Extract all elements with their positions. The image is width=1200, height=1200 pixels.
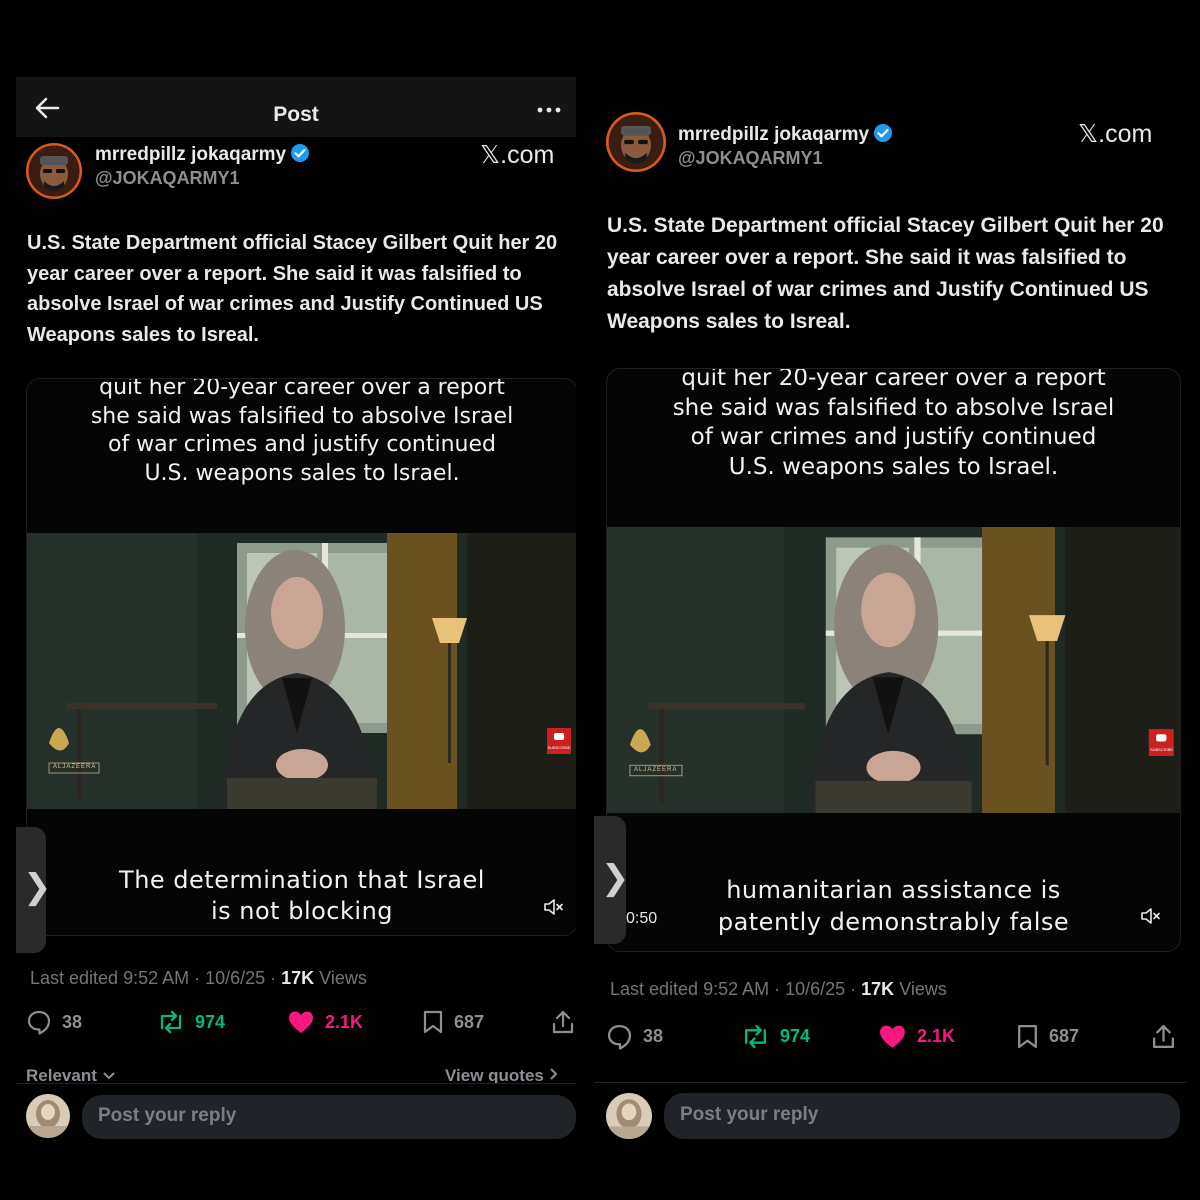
author-avatar[interactable]: [26, 143, 82, 199]
repost-button[interactable]: 974: [157, 1009, 225, 1035]
video-still: [27, 533, 576, 809]
more-icon[interactable]: [536, 105, 562, 115]
reply-icon: [27, 1010, 51, 1035]
repost-count: 974: [195, 1011, 226, 1032]
post-meta: Last edited 9:52 AM · 10/6/25 · 17K View…: [30, 968, 367, 989]
top-bar: Post: [16, 77, 576, 137]
repost-button[interactable]: 974: [741, 1023, 810, 1050]
video-frame: ALJAZEERA SUBSCRIBE: [27, 533, 576, 809]
like-count: 2.1K: [917, 1026, 956, 1046]
like-button[interactable]: 2.1K: [878, 1023, 955, 1050]
video-frame: ALJAZEERA SUBSCRIBE: [607, 527, 1180, 813]
chevron-right-icon: [549, 1068, 558, 1080]
reply-composer: Post your reply: [16, 1083, 576, 1139]
subscribe-badge[interactable]: SUBSCRIBE: [1149, 747, 1174, 752]
share-icon[interactable]: [551, 1009, 575, 1035]
bookmark-button[interactable]: 687: [422, 1009, 484, 1035]
side-panel-tab[interactable]: ❯: [16, 827, 52, 953]
verified-icon: [874, 124, 893, 142]
video-player[interactable]: quit her 20-year career over a report sh…: [606, 368, 1181, 952]
reply-count: 38: [643, 1026, 664, 1046]
caption-line: U.S. weapons sales to Israel.: [144, 460, 460, 486]
source-watermark: 𝕏.com: [480, 141, 555, 169]
side-panel-tab[interactable]: ❯: [594, 816, 630, 944]
reply-input[interactable]: Post your reply: [664, 1093, 1180, 1139]
caption-line: of war crimes and justify continued: [107, 432, 497, 457]
source-watermark: 𝕏.com: [1078, 120, 1153, 148]
video-player[interactable]: quit her 20-year career over a report sh…: [26, 378, 576, 936]
bookmark-icon: [1018, 1024, 1037, 1049]
caption-line: U.S. weapons sales to Israel.: [728, 453, 1059, 480]
caption-line: of war crimes and justify continued: [690, 424, 1097, 450]
caption-line: she said was falsified to absolve Israel: [672, 394, 1115, 421]
caption-line: is not blocking: [210, 897, 394, 925]
post-text: U.S. State Department official Stacey Gi…: [607, 214, 1164, 333]
subscribe-badge[interactable]: SUBSCRIBE: [547, 745, 571, 750]
caption-line: she said was falsified to absolve Israel: [90, 403, 514, 429]
mute-icon[interactable]: [543, 897, 565, 917]
verified-icon: [291, 144, 310, 162]
video-brand-logo: ALJAZEERA: [53, 764, 97, 770]
video-brand-logo: ALJAZEERA: [634, 767, 678, 773]
bookmark-count: 687: [1049, 1026, 1080, 1046]
heart-icon: [289, 1011, 313, 1033]
edited-timestamp[interactable]: Last edited 9:52 AM · 10/6/25 ·: [610, 979, 861, 999]
video-caption-bottom: humanitarian assistance is patently demo…: [607, 874, 1180, 938]
views-label: Views: [314, 968, 367, 988]
edited-timestamp[interactable]: Last edited 9:52 AM · 10/6/25 ·: [30, 968, 281, 988]
reply-input[interactable]: Post your reply: [82, 1095, 576, 1139]
like-button[interactable]: 2.1K: [287, 1009, 363, 1035]
caption-line: humanitarian assistance is: [726, 876, 1061, 904]
author-name-text: mrredpillz jokaqarmy: [95, 144, 287, 165]
chevron-down-icon: [102, 1072, 115, 1080]
bookmark-count: 687: [454, 1011, 485, 1032]
reply-icon: [607, 1024, 632, 1050]
post-text: U.S. State Department official Stacey Gi…: [27, 232, 558, 346]
page-title: Post: [273, 103, 319, 126]
caption-line: patently demonstrably false: [717, 908, 1070, 936]
caption-line: quit her 20-year career over a report: [681, 368, 1106, 391]
chevron-right-icon: ❯: [23, 868, 52, 906]
views-count: 17K: [861, 979, 895, 999]
chevron-right-icon: ❯: [601, 859, 630, 897]
bookmark-icon: [423, 1010, 443, 1034]
author-name-text: mrredpillz jokaqarmy: [678, 124, 870, 145]
author-name[interactable]: mrredpillz jokaqarmy: [678, 123, 893, 146]
mute-icon[interactable]: [1140, 906, 1162, 926]
views-count: 17K: [281, 968, 315, 988]
reply-count: 38: [62, 1011, 83, 1032]
video-time: 0:50: [626, 910, 658, 927]
reply-button[interactable]: 38: [26, 1009, 82, 1035]
like-count: 2.1K: [325, 1011, 364, 1032]
bookmark-button[interactable]: 687: [1016, 1023, 1079, 1050]
caption-line: quit her 20-year career over a report: [99, 378, 505, 400]
video-still: [607, 527, 1180, 813]
user-avatar[interactable]: [26, 1094, 70, 1138]
reply-composer: Post your reply: [594, 1082, 1186, 1148]
author-avatar[interactable]: [606, 112, 666, 172]
video-caption-bottom: The determination that Israel is not blo…: [27, 865, 576, 927]
views-label: Views: [894, 979, 947, 999]
share-icon[interactable]: [1151, 1023, 1176, 1050]
repost-icon: [160, 1010, 182, 1034]
post-screen-1: Post mrredpillz jokaqarmy @JOKAQARMY1 𝕏.…: [16, 77, 576, 1139]
caption-line: The determination that Israel: [119, 866, 485, 894]
repost-count: 974: [780, 1026, 811, 1046]
author-name[interactable]: mrredpillz jokaqarmy: [95, 143, 310, 166]
author-handle[interactable]: @JOKAQARMY1: [95, 168, 240, 189]
video-caption-top: quit her 20-year career over a report sh…: [27, 378, 576, 488]
post-meta: Last edited 9:52 AM · 10/6/25 · 17K View…: [610, 979, 947, 1000]
video-caption-top: quit her 20-year career over a report sh…: [607, 368, 1180, 482]
heart-icon: [880, 1025, 905, 1048]
user-avatar[interactable]: [606, 1093, 652, 1139]
repost-icon: [744, 1024, 767, 1049]
post-screen-2: mrredpillz jokaqarmy @JOKAQARMY1 𝕏.com U…: [594, 98, 1186, 1148]
author-handle[interactable]: @JOKAQARMY1: [678, 148, 823, 169]
reply-button[interactable]: 38: [606, 1023, 663, 1050]
